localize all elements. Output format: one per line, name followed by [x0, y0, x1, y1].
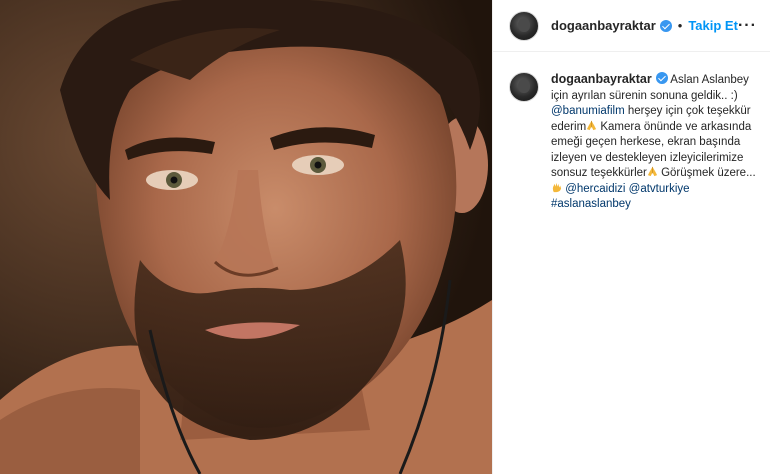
caption-text: dogaanbayraktar Aslan Aslanbey için ayrı…: [551, 72, 756, 213]
header-separator: •: [677, 18, 683, 33]
caption-author-avatar[interactable]: [509, 72, 539, 102]
caption-verified-badge-icon: [655, 72, 668, 84]
portrait-image: [0, 0, 492, 474]
follow-button[interactable]: Takip Et: [688, 18, 738, 33]
author-username[interactable]: dogaanbayraktar: [551, 18, 656, 33]
caption-username[interactable]: dogaanbayraktar: [551, 72, 652, 86]
mention-hercaidizi[interactable]: @hercaidizi: [565, 183, 625, 195]
mention-banumiafilm[interactable]: @banumiafilm: [551, 105, 625, 117]
caption-text-4: Görüşmek üzere...: [661, 167, 756, 179]
folded-hands-emoji-icon: [587, 120, 597, 130]
caption-block: dogaanbayraktar Aslan Aslanbey için ayrı…: [493, 52, 770, 213]
post-side-panel: dogaanbayraktar • Takip Et ··· dogaanbay…: [492, 0, 770, 474]
post-photo[interactable]: [0, 0, 492, 474]
author-avatar[interactable]: [509, 10, 539, 41]
waving-hand-emoji-icon: [552, 182, 562, 192]
verified-badge-icon: [659, 19, 672, 32]
folded-hands-emoji-icon-2: [647, 166, 657, 177]
more-options-icon[interactable]: ···: [738, 17, 757, 34]
mention-atvturkiye[interactable]: @atvturkiye: [629, 183, 690, 195]
hashtag-aslanaslanbey[interactable]: #aslanaslanbey: [551, 198, 631, 210]
post-header: dogaanbayraktar • Takip Et ···: [493, 0, 770, 52]
